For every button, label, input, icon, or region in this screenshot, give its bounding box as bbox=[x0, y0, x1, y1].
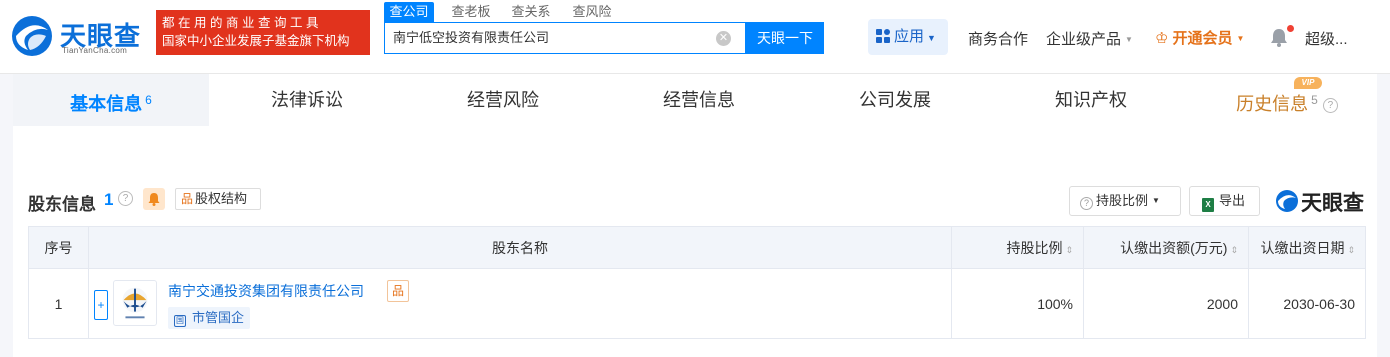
equity-structure-label: 股权结构 bbox=[195, 191, 248, 206]
detail-tabs: 基本信息 6 法律诉讼 经营风险 经营信息 公司发展 知识产权 历史信息 5? VI… bbox=[13, 74, 1377, 126]
company-type-tag: 国市管国企 bbox=[168, 306, 251, 329]
row-amount: 2000 bbox=[1083, 268, 1249, 339]
shareholder-name-link[interactable]: 南宁交通投资集团有限责任公司 bbox=[168, 281, 364, 301]
tab-basic-info[interactable]: 基本信息 6 bbox=[13, 74, 209, 126]
tab-business-info[interactable]: 经营信息 bbox=[601, 74, 797, 126]
row-date: 2030-06-30 bbox=[1248, 268, 1366, 339]
row-index: 1 bbox=[28, 268, 89, 339]
open-vip-link[interactable]: ♔ 开通会员 ▼ bbox=[1155, 27, 1244, 48]
caret-down-icon: ▼ bbox=[1125, 35, 1133, 44]
tab-label: 经营风险 bbox=[467, 90, 539, 110]
help-icon[interactable]: ? bbox=[118, 191, 133, 206]
row-ratio: 100% bbox=[951, 268, 1084, 339]
tab-label: 历史信息 bbox=[1236, 94, 1309, 114]
notification-dot bbox=[1287, 25, 1294, 32]
tab-label: 公司发展 bbox=[859, 90, 931, 110]
header-date-label: 认缴出资日期 bbox=[1260, 239, 1345, 256]
tab-ip[interactable]: 知识产权 bbox=[993, 74, 1189, 126]
sort-icon: ⇕ bbox=[1230, 244, 1238, 255]
notification-bell-icon[interactable] bbox=[1270, 27, 1288, 47]
row-name-cell: + 南宁交通投资集团有限责任公司 品 国市管国企 bbox=[88, 268, 952, 339]
search-input[interactable] bbox=[393, 23, 713, 53]
help-icon: ? bbox=[1080, 197, 1093, 210]
header-amount-label: 认缴出资额(万元) bbox=[1120, 239, 1228, 256]
header-index: 序号 bbox=[28, 226, 89, 269]
header-date[interactable]: 认缴出资日期 ⇕ bbox=[1248, 226, 1366, 269]
nav-enterprise-products[interactable]: 企业级产品 ▼ bbox=[1046, 28, 1133, 49]
shareholder-card: 股东信息 1 ? 品股权结构 ? 持股比例 ▼ X 导出 天眼查 序号 股东名称 持股… bbox=[13, 126, 1377, 357]
promo-banner[interactable]: 都在用的商业查询工具 国家中小企业发展子基金旗下机构 bbox=[156, 10, 370, 55]
crown-icon: ♔ bbox=[1155, 30, 1169, 47]
company-type-label: 市管国企 bbox=[192, 309, 245, 325]
tianyancha-logo-icon bbox=[1276, 190, 1298, 212]
shareholder-table: 序号 股东名称 持股比例⇕ 认缴出资额(万元)⇕ 认缴出资日期⇕ 1 + bbox=[28, 226, 1366, 339]
header-ratio[interactable]: 持股比例 ⇕ bbox=[951, 226, 1084, 269]
tab-development[interactable]: 公司发展 bbox=[797, 74, 993, 126]
table-header-row: 序号 股东名称 持股比例 ⇕ 认缴出资额(万元) ⇕ 认缴出资日期 ⇕ bbox=[28, 226, 1366, 269]
search-tab-risk[interactable]: 查风险 bbox=[567, 2, 617, 22]
watermark-text: 天眼查 bbox=[1301, 192, 1364, 215]
search-button[interactable]: 天眼一下 bbox=[746, 22, 824, 54]
logo-subtitle: TianYanCha.com bbox=[62, 46, 128, 55]
tab-legal[interactable]: 法律诉讼 bbox=[209, 74, 405, 126]
shareholding-ratio-filter[interactable]: ? 持股比例 ▼ bbox=[1069, 186, 1181, 216]
tianyancha-logo-icon bbox=[12, 16, 52, 56]
search-box: ✕ bbox=[384, 22, 746, 54]
tab-history[interactable]: 历史信息 5? bbox=[1189, 74, 1385, 126]
caret-down-icon: ▼ bbox=[1152, 196, 1160, 205]
top-header: 天眼查 TianYanCha.com 都在用的商业查询工具 国家中小企业发展子基… bbox=[0, 0, 1390, 74]
search-tab-company[interactable]: 查公司 bbox=[384, 2, 434, 22]
help-icon[interactable]: ? bbox=[1322, 98, 1338, 113]
clear-icon[interactable]: ✕ bbox=[716, 31, 731, 46]
user-menu[interactable]: 超级... bbox=[1305, 28, 1348, 49]
vip-badge: VIP bbox=[1294, 77, 1322, 89]
caret-down-icon: ▼ bbox=[1236, 34, 1245, 43]
apps-grid-icon bbox=[876, 29, 890, 43]
nav-enterprise-label: 企业级产品 bbox=[1046, 31, 1122, 48]
table-row: 1 + 南宁交通投资集团有限责任公司 品 国 市管国企 100% 2000 20… bbox=[28, 268, 1366, 339]
sort-icon: ⇕ bbox=[1065, 244, 1073, 255]
tab-label: 知识产权 bbox=[1055, 90, 1127, 110]
apps-label: 应用 bbox=[894, 28, 925, 45]
header-amount[interactable]: 认缴出资额(万元) ⇕ bbox=[1083, 226, 1249, 269]
company-logo[interactable] bbox=[113, 279, 157, 326]
org-chart-icon: 品 bbox=[181, 192, 194, 206]
company-logo-icon bbox=[122, 287, 148, 318]
tab-label: 基本信息 bbox=[70, 94, 143, 114]
caret-down-icon: ▼ bbox=[927, 33, 936, 43]
org-chart-icon[interactable]: 品 bbox=[387, 279, 409, 302]
sort-icon: ⇕ bbox=[1347, 244, 1355, 255]
export-button[interactable]: X 导出 bbox=[1189, 186, 1260, 216]
expand-button[interactable]: + bbox=[94, 289, 108, 320]
site-logo[interactable]: 天眼查 TianYanCha.com bbox=[10, 12, 150, 56]
header-name: 股东名称 bbox=[88, 226, 952, 269]
header-ratio-label: 持股比例 bbox=[1006, 239, 1063, 256]
nav-business-cooperation[interactable]: 商务合作 bbox=[968, 28, 1028, 49]
promo-line-1: 都在用的商业查询工具 bbox=[162, 16, 323, 30]
section-title: 股东信息 bbox=[28, 195, 96, 214]
monitor-bell-button[interactable] bbox=[143, 188, 165, 210]
section-count: 1 bbox=[104, 190, 114, 209]
apps-menu-button[interactable]: 应用 ▼ bbox=[868, 19, 948, 55]
tab-business-risk[interactable]: 经营风险 bbox=[405, 74, 601, 126]
excel-icon: X bbox=[1202, 198, 1214, 212]
export-label: 导出 bbox=[1219, 193, 1246, 208]
tab-label: 经营信息 bbox=[663, 90, 735, 110]
promo-line-2: 国家中小企业发展子基金旗下机构 bbox=[162, 34, 350, 48]
open-vip-label: 开通会员 bbox=[1172, 30, 1233, 47]
tab-label: 法律诉讼 bbox=[271, 90, 343, 110]
bell-icon bbox=[148, 193, 160, 206]
search-tab-relation[interactable]: 查关系 bbox=[506, 2, 556, 22]
search-tab-boss[interactable]: 查老板 bbox=[446, 2, 496, 22]
tab-count: 5 bbox=[1311, 93, 1318, 107]
tab-count: 6 bbox=[145, 93, 152, 107]
equity-structure-button[interactable]: 品股权结构 bbox=[175, 188, 261, 210]
ratio-filter-label: 持股比例 bbox=[1096, 193, 1149, 208]
state-owned-icon: 国 bbox=[174, 314, 186, 327]
